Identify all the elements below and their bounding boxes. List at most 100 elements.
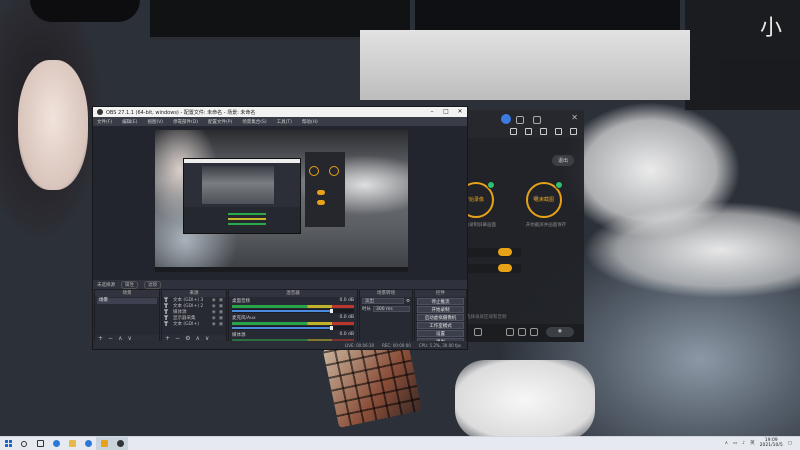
recorder-close-icon[interactable]: ✕ bbox=[571, 113, 578, 122]
transition-select[interactable]: 淡出 bbox=[362, 298, 404, 304]
scene-item[interactable]: 场景 bbox=[97, 298, 157, 304]
filters-button[interactable]: 滤镜 bbox=[144, 280, 161, 289]
wallpaper-keyboard bbox=[720, 60, 800, 105]
app-icon-blue[interactable] bbox=[80, 437, 96, 450]
camera-icon[interactable] bbox=[506, 328, 514, 336]
menu-file[interactable]: 文件(F) bbox=[97, 119, 112, 125]
menu-scene-collection[interactable]: 场景集合(S) bbox=[242, 119, 266, 125]
close-icon[interactable]: ✕ bbox=[453, 107, 467, 117]
maximize-icon[interactable]: □ bbox=[439, 107, 453, 117]
fader-knob[interactable] bbox=[330, 326, 334, 330]
mixer-track-name: 麦克风/Aux bbox=[232, 316, 256, 321]
start-button[interactable] bbox=[0, 437, 16, 450]
search-icon[interactable] bbox=[16, 437, 32, 450]
obs-preview-area[interactable] bbox=[93, 126, 467, 280]
eye-icon[interactable]: ◉ bbox=[212, 322, 216, 327]
recorder-minimize-icon[interactable] bbox=[533, 116, 541, 124]
recorder-screenshot-sub: 开始截屏并画面保存 bbox=[525, 223, 567, 228]
recorder-toggle[interactable] bbox=[498, 248, 512, 256]
recorder-app-icon[interactable] bbox=[96, 436, 112, 450]
recorder-screenshot-icon[interactable] bbox=[525, 128, 532, 135]
fader-fill bbox=[232, 310, 333, 312]
recorder-logo-icon bbox=[501, 114, 511, 124]
properties-button[interactable]: 属性 bbox=[121, 280, 138, 289]
recorder-share-icon[interactable] bbox=[570, 128, 577, 135]
wallpaper-face bbox=[18, 60, 88, 190]
lock-icon[interactable]: ▣ bbox=[219, 322, 223, 327]
taskbar-clock[interactable]: 19:09 2021/10/5 bbox=[760, 438, 783, 448]
menu-view[interactable]: 视图(V) bbox=[147, 119, 163, 125]
minimize-icon[interactable]: – bbox=[425, 107, 439, 117]
gear-icon[interactable]: ⚙ bbox=[406, 299, 410, 304]
recorder-option-row[interactable] bbox=[466, 248, 521, 257]
studio-mode-button[interactable]: 工作室模式 bbox=[417, 322, 464, 329]
volume-fader[interactable] bbox=[232, 309, 354, 313]
network-icon[interactable]: ▭ bbox=[733, 441, 737, 446]
preview-canvas[interactable] bbox=[155, 130, 408, 272]
wallpaper-sock bbox=[455, 360, 595, 436]
audio-mixer-dock: 混音器 桌面音频 0.0 dB 麦克风/Aux 0.0 dB 媒体源 0.0 dB bbox=[228, 289, 358, 347]
mixer-dock-title: 混音器 bbox=[229, 290, 357, 297]
menu-profile[interactable]: 配置文件(P) bbox=[208, 119, 232, 125]
recorder-list-icon[interactable] bbox=[540, 128, 547, 135]
recorder-option-row[interactable] bbox=[466, 264, 521, 273]
transitions-dock-title: 场景转场 bbox=[360, 290, 412, 297]
notification-icon[interactable]: ▢ bbox=[788, 441, 792, 446]
recorder-folder-icon[interactable] bbox=[510, 128, 517, 135]
eye-icon[interactable]: ◉ bbox=[212, 310, 216, 315]
eye-icon[interactable]: ◉ bbox=[212, 298, 216, 303]
recorder-toggle[interactable] bbox=[498, 264, 512, 272]
nested-taskbar bbox=[155, 267, 408, 272]
obs-app-icon[interactable] bbox=[112, 436, 128, 450]
menu-edit[interactable]: 编辑(E) bbox=[122, 119, 137, 125]
volume-icon[interactable]: ♪ bbox=[742, 441, 745, 446]
speaker-icon[interactable] bbox=[474, 328, 482, 336]
file-explorer-icon[interactable] bbox=[64, 437, 80, 450]
wallpaper-desk-shelf bbox=[360, 30, 690, 100]
lock-icon[interactable]: ▣ bbox=[219, 316, 223, 321]
text-source-icon: T bbox=[164, 320, 169, 328]
fader-fill bbox=[232, 327, 333, 329]
lock-icon[interactable]: ▣ bbox=[219, 310, 223, 315]
gear-icon[interactable] bbox=[530, 328, 538, 336]
recorder-status-dot bbox=[487, 181, 495, 189]
ime-icon[interactable]: 英 bbox=[750, 440, 755, 446]
eye-icon[interactable]: ◉ bbox=[212, 316, 216, 321]
task-view-icon[interactable] bbox=[32, 437, 48, 450]
windows-logo-icon bbox=[4, 440, 12, 447]
chevron-up-icon[interactable]: ∧ bbox=[725, 441, 728, 446]
settings-button[interactable]: 设置 bbox=[417, 330, 464, 337]
source-item[interactable]: T 文本 (GDI+) ◉ ▣ bbox=[162, 320, 226, 328]
mixer-track-level: 0.0 dB bbox=[339, 315, 354, 320]
menu-tools[interactable]: 工具(T) bbox=[277, 119, 292, 125]
recorder-topbar: ✕ bbox=[466, 110, 584, 138]
lock-icon[interactable]: ▣ bbox=[219, 304, 223, 309]
menu-help[interactable]: 帮助(H) bbox=[302, 119, 318, 125]
recorder-exit-button[interactable]: 退出 bbox=[551, 155, 574, 166]
scenes-dock: 场景 场景 + − ∧ ∨ bbox=[94, 289, 160, 343]
virtual-camera-button[interactable]: 启动虚拟摄像机 bbox=[417, 314, 464, 321]
mic-icon[interactable] bbox=[518, 328, 526, 336]
eye-icon[interactable]: ◉ bbox=[212, 304, 216, 309]
nested-ring bbox=[309, 166, 319, 176]
mixer-track-name: 媒体源 bbox=[232, 333, 246, 338]
duration-input[interactable]: 300 ms bbox=[373, 306, 410, 312]
menu-docks[interactable]: 停靠部件(D) bbox=[173, 119, 198, 125]
edge-browser-icon[interactable] bbox=[48, 437, 64, 450]
transition-duration-row: 时长 300 ms bbox=[360, 305, 412, 313]
recorder-menu-icon[interactable] bbox=[516, 116, 524, 124]
stop-streaming-button[interactable]: 停止推流 bbox=[417, 298, 464, 305]
obs-titlebar[interactable]: OBS 27.1.1 (64-bit, windows) - 配置文件: 未命名… bbox=[93, 107, 467, 117]
nested-toggle bbox=[317, 190, 325, 195]
start-recording-button[interactable]: 开始录制 bbox=[417, 306, 464, 313]
fader-knob[interactable] bbox=[330, 309, 334, 313]
recorder-bell-icon[interactable] bbox=[555, 128, 562, 135]
nested-preview bbox=[202, 166, 274, 204]
mixer-track-name: 桌面音频 bbox=[232, 299, 250, 304]
recorder-window-icons bbox=[516, 116, 541, 124]
volume-fader[interactable] bbox=[232, 326, 354, 330]
lock-icon[interactable]: ▣ bbox=[219, 298, 223, 303]
recorder-start-pill-button[interactable]: ● bbox=[546, 327, 574, 337]
nested-obs-window bbox=[183, 158, 301, 234]
source-toolbar: 未选择源 属性 滤镜 bbox=[93, 280, 467, 289]
